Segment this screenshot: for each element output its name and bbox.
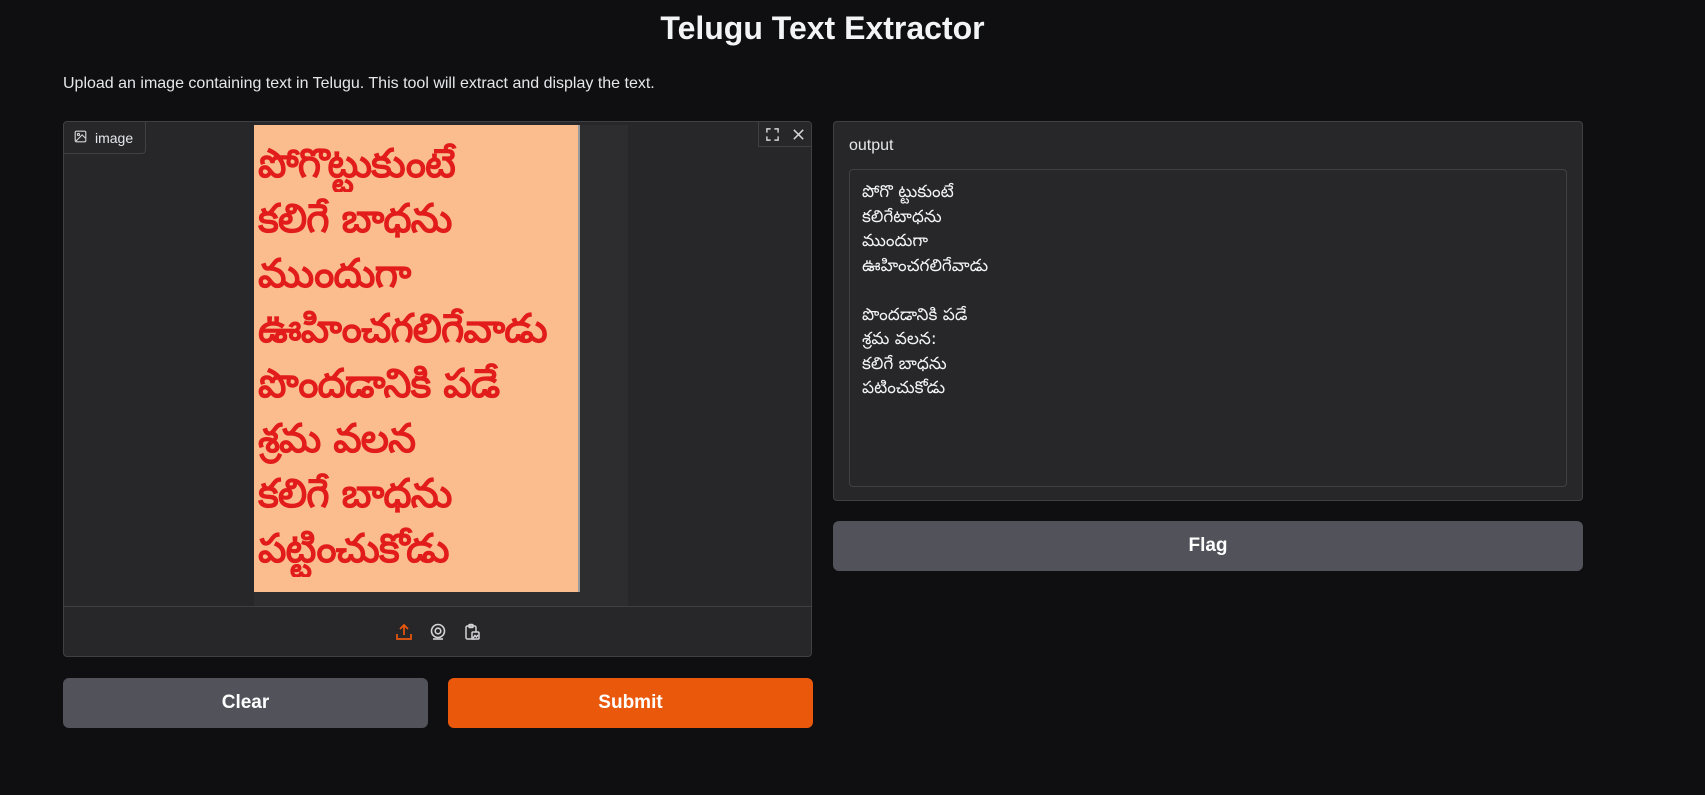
submit-button[interactable]: Submit [448,678,813,728]
upload-icon [395,623,412,640]
fullscreen-icon [765,127,779,141]
image-text-line: పొందడానికి పడే [258,361,500,407]
image-text-line: పట్టించుకోడు [258,526,450,572]
webcam-icon [430,623,445,640]
image-text-line: కలిగే బాధను [258,471,453,517]
page-title: Telugu Text Extractor [660,10,985,46]
image-toolbar [758,122,811,147]
image-source-bar [64,606,811,656]
clipboard-icon [464,623,480,640]
webcam-button[interactable] [427,621,449,643]
fullscreen-button[interactable] [759,122,785,146]
flag-button[interactable]: Flag [833,521,1583,571]
image-input-panel[interactable]: పోగొట్టుకుంటే కలిగే బాధను ముందుగా ఊహించగ… [63,121,812,657]
clear-image-button[interactable] [785,122,811,146]
image-text-line: శ్రమ వలన [258,416,416,462]
clipboard-button[interactable] [461,621,483,643]
output-panel: output పోగొ ట్టుకుంటే కలిగేటాధను ముందుగా… [833,121,1583,501]
upload-button[interactable] [393,621,415,643]
page-description: Upload an image containing text in Telug… [63,75,655,92]
image-label-text: image [95,129,134,146]
close-icon [792,128,804,140]
image-input-label: image [64,122,146,154]
image-icon [74,130,87,146]
image-frame: పోగొట్టుకుంటే కలిగే బాధను ముందుగా ఊహించగ… [254,125,628,606]
image-preview-area[interactable]: పోగొట్టుకుంటే కలిగే బాధను ముందుగా ఊహించగ… [64,122,811,607]
uploaded-image: పోగొట్టుకుంటే కలిగే బాధను ముందుగా ఊహించగ… [254,125,580,592]
image-text-line: ముందుగా [258,251,411,297]
image-text-line: కలిగే బాధను [258,196,453,242]
image-text-line: పోగొట్టుకుంటే [258,141,456,187]
output-textbox[interactable]: పోగొ ట్టుకుంటే కలిగేటాధను ముందుగా ఊహించగ… [849,169,1567,487]
clear-button[interactable]: Clear [63,678,428,728]
output-label: output [849,137,894,154]
image-text-line: ఊహించగలిగేవాడు [258,306,548,352]
app-page: Telugu Text Extractor Upload an image co… [0,0,1705,795]
